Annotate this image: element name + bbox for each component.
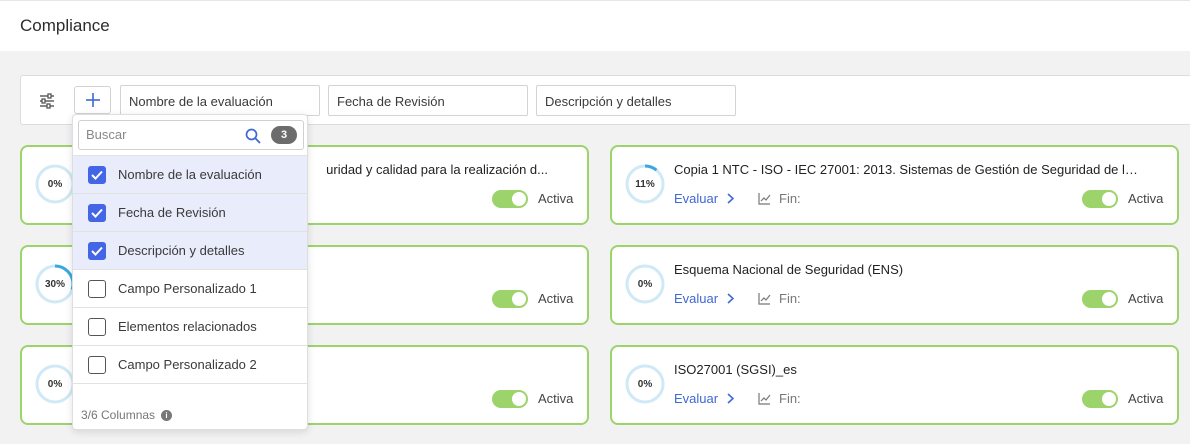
fin-info: Fin: xyxy=(758,191,801,206)
column-selector-dropdown: 3 Nombre de la evaluación Fecha de Revis… xyxy=(72,114,308,430)
progress-ring: 30% xyxy=(34,263,76,305)
progress-percent: 30% xyxy=(44,278,65,290)
progress-percent: 0% xyxy=(47,378,63,390)
fin-label: Fin: xyxy=(779,191,801,206)
progress-percent: 0% xyxy=(637,378,653,390)
column-search-input[interactable] xyxy=(86,127,236,142)
chevron-right-icon xyxy=(727,293,735,304)
column-option-list: Nombre de la evaluación Fecha de Revisió… xyxy=(73,155,307,383)
check-icon xyxy=(91,208,103,218)
evaluar-link[interactable]: Evaluar xyxy=(674,391,735,406)
evaluar-link[interactable]: Evaluar xyxy=(674,291,735,306)
fin-label: Fin: xyxy=(779,391,801,406)
column-chip-descripcion[interactable]: Descripción y detalles xyxy=(536,85,736,116)
search-icon[interactable] xyxy=(245,128,261,149)
progress-ring: 0% xyxy=(624,363,666,405)
column-option[interactable]: Descripción y detalles xyxy=(73,231,307,269)
toggle-status-label: Activa xyxy=(1128,391,1164,406)
active-toggle[interactable] xyxy=(1082,290,1118,308)
checkbox[interactable] xyxy=(88,317,106,336)
check-icon xyxy=(91,170,103,180)
toggle-status-label: Activa xyxy=(1128,191,1164,206)
active-toggle[interactable] xyxy=(492,290,528,308)
progress-percent: 0% xyxy=(637,278,653,290)
column-option-label: Elementos relacionados xyxy=(118,319,257,334)
evaluar-label: Evaluar xyxy=(674,391,719,406)
trend-chart-icon xyxy=(758,192,771,205)
active-toggle[interactable] xyxy=(1082,390,1118,408)
chevron-right-icon xyxy=(727,393,735,404)
checkbox[interactable] xyxy=(88,165,106,184)
card-title[interactable]: Esquema Nacional de Seguridad (ENS) xyxy=(674,262,1144,277)
toggle-status-label: Activa xyxy=(538,391,574,406)
card-title[interactable]: Copia 1 NTC - ISO - IEC 27001: 2013. Sis… xyxy=(674,162,1144,177)
evaluar-label: Evaluar xyxy=(674,291,719,306)
evaluar-link[interactable]: Evaluar xyxy=(674,191,735,206)
evaluation-card[interactable]: 0% ISO27001 (SGSI)_es Evaluar Fin: Activ… xyxy=(610,345,1179,425)
column-count-text: 3/6 Columnas xyxy=(81,408,156,422)
info-icon[interactable]: i xyxy=(161,410,173,421)
selected-count-badge: 3 xyxy=(271,126,297,144)
column-option-label: Fecha de Revisión xyxy=(118,205,226,220)
checkbox[interactable] xyxy=(88,355,106,374)
page-header: Compliance xyxy=(0,0,1190,51)
column-option-label: Nombre de la evaluación xyxy=(118,167,262,182)
trend-chart-icon xyxy=(758,392,771,405)
card-title[interactable]: ISO27001 (SGSI)_es xyxy=(674,362,1144,377)
plus-icon xyxy=(85,93,100,107)
checkbox[interactable] xyxy=(88,241,106,260)
add-column-button[interactable] xyxy=(74,86,111,114)
column-chip-nombre[interactable]: Nombre de la evaluación xyxy=(120,85,320,116)
toggle-status-label: Activa xyxy=(538,291,574,306)
column-option[interactable]: Campo Personalizado 1 xyxy=(73,269,307,307)
evaluation-card[interactable]: 11% Copia 1 NTC - ISO - IEC 27001: 2013.… xyxy=(610,145,1179,225)
column-option[interactable]: Nombre de la evaluación xyxy=(73,155,307,193)
column-chip-fecha[interactable]: Fecha de Revisión xyxy=(328,85,528,116)
active-toggle[interactable] xyxy=(1082,190,1118,208)
column-count-footer: 3/6 Columnas i xyxy=(73,383,307,430)
column-search-box: 3 xyxy=(78,120,304,150)
checkbox[interactable] xyxy=(88,279,106,298)
checkbox[interactable] xyxy=(88,203,106,222)
column-option-label: Descripción y detalles xyxy=(118,243,245,258)
progress-ring: 11% xyxy=(624,163,666,205)
trend-chart-icon xyxy=(758,292,771,305)
chevron-right-icon xyxy=(727,193,735,204)
evaluar-label: Evaluar xyxy=(674,191,719,206)
column-option-label: Campo Personalizado 1 xyxy=(118,281,257,296)
fin-info: Fin: xyxy=(758,391,801,406)
progress-ring: 0% xyxy=(34,363,76,405)
column-option[interactable]: Fecha de Revisión xyxy=(73,193,307,231)
active-toggle[interactable] xyxy=(492,190,528,208)
page-title: Compliance xyxy=(20,16,110,35)
progress-percent: 11% xyxy=(635,178,655,190)
column-option[interactable]: Elementos relacionados xyxy=(73,307,307,345)
sliders-icon[interactable] xyxy=(39,93,55,109)
toggle-status-label: Activa xyxy=(538,191,574,206)
column-option[interactable]: Campo Personalizado 2 xyxy=(73,345,307,383)
column-option-label: Campo Personalizado 2 xyxy=(118,357,257,372)
evaluation-card[interactable]: 0% Esquema Nacional de Seguridad (ENS) E… xyxy=(610,245,1179,325)
check-icon xyxy=(91,246,103,256)
fin-info: Fin: xyxy=(758,291,801,306)
active-toggle[interactable] xyxy=(492,390,528,408)
progress-ring: 0% xyxy=(624,263,666,305)
toggle-status-label: Activa xyxy=(1128,291,1164,306)
fin-label: Fin: xyxy=(779,291,801,306)
